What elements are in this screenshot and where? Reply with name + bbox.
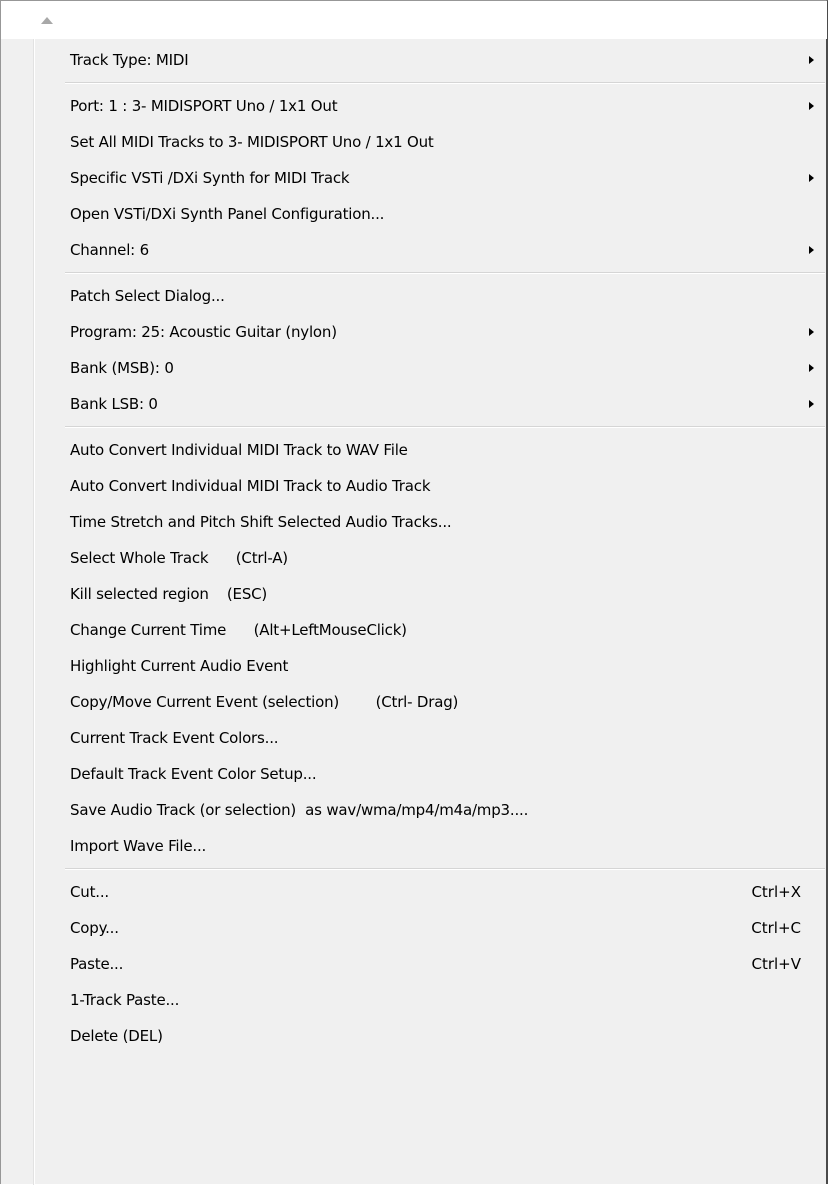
menu-item-label: Port: 1 : 3- MIDISPORT Uno / 1x1 Out xyxy=(70,97,338,115)
menu-item-label: Import Wave File... xyxy=(70,837,207,855)
submenu-arrow-icon xyxy=(809,102,814,110)
submenu-arrow-icon xyxy=(809,246,814,254)
menu-item-label: Highlight Current Audio Event xyxy=(70,657,289,675)
menu-item-highlight-current-audio-event[interactable]: Highlight Current Audio Event xyxy=(35,649,825,685)
menu-item-shortcut: Ctrl+V xyxy=(751,955,801,973)
menu-separator xyxy=(65,272,825,274)
menu-item-kill-selected-region-esc[interactable]: Kill selected region (ESC) xyxy=(35,577,825,613)
menu-item-shortcut: Ctrl+C xyxy=(751,919,801,937)
menu-item-label: Delete (DEL) xyxy=(70,1027,163,1045)
menu-item-label: Paste... xyxy=(70,955,124,973)
menu-item-label: Bank (MSB): 0 xyxy=(70,359,174,377)
menu-item-delete-del[interactable]: Delete (DEL) xyxy=(35,1019,825,1055)
menu-item-label: Specific VSTi /DXi Synth for MIDI Track xyxy=(70,169,350,187)
menu-item-patch-select-dialog[interactable]: Patch Select Dialog... xyxy=(35,279,825,315)
menu-item-label: Bank LSB: 0 xyxy=(70,395,158,413)
menu-item-current-track-event-colors[interactable]: Current Track Event Colors... xyxy=(35,721,825,757)
menu-item-label: Open VSTi/DXi Synth Panel Configuration.… xyxy=(70,205,385,223)
submenu-arrow-icon xyxy=(809,328,814,336)
menu-separator xyxy=(65,426,825,428)
menu-item-track-type-midi[interactable]: Track Type: MIDI xyxy=(35,43,825,79)
menu-item-1-track-paste[interactable]: 1-Track Paste... xyxy=(35,983,825,1019)
menu-item-save-audio-track-or-selection-as-wav-wma[interactable]: Save Audio Track (or selection) as wav/w… xyxy=(35,793,825,829)
menu-item-label: Copy... xyxy=(70,919,119,937)
menu-item-label: Set All MIDI Tracks to 3- MIDISPORT Uno … xyxy=(70,133,434,151)
menu-item-copy[interactable]: Copy... Ctrl+C xyxy=(35,911,825,947)
menu-item-label: Select Whole Track (Ctrl-A) xyxy=(70,549,288,567)
menu-item-bank-lsb-0[interactable]: Bank LSB: 0 xyxy=(35,387,825,423)
submenu-arrow-icon xyxy=(809,400,814,408)
menu-item-set-all-midi-tracks-to-3-midisport-uno-1[interactable]: Set All MIDI Tracks to 3- MIDISPORT Uno … xyxy=(35,125,825,161)
menu-item-port-1-3-midisport-uno-1x1-out[interactable]: Port: 1 : 3- MIDISPORT Uno / 1x1 Out xyxy=(35,89,825,125)
menu-item-label: Auto Convert Individual MIDI Track to Au… xyxy=(70,477,431,495)
menu-item-copy-move-current-event-selection-ctrl-d[interactable]: Copy/Move Current Event (selection) (Ctr… xyxy=(35,685,825,721)
menu-item-label: Copy/Move Current Event (selection) (Ctr… xyxy=(70,693,459,711)
menu-item-auto-convert-individual-midi-track-to-au[interactable]: Auto Convert Individual MIDI Track to Au… xyxy=(35,469,825,505)
menu-separator xyxy=(65,868,825,870)
menu-item-label: Default Track Event Color Setup... xyxy=(70,765,317,783)
menu-item-import-wave-file[interactable]: Import Wave File... xyxy=(35,829,825,865)
menu-item-open-vsti-dxi-synth-panel-configuration[interactable]: Open VSTi/DXi Synth Panel Configuration.… xyxy=(35,197,825,233)
menu-item-label: 1-Track Paste... xyxy=(70,991,180,1009)
menu-scroll-area xyxy=(1,1,827,39)
menu-item-select-whole-track-ctrl-a[interactable]: Select Whole Track (Ctrl-A) xyxy=(35,541,825,577)
menu-item-program-25-acoustic-guitar-nylon[interactable]: Program: 25: Acoustic Guitar (nylon) xyxy=(35,315,825,351)
menu-item-time-stretch-and-pitch-shift-selected-au[interactable]: Time Stretch and Pitch Shift Selected Au… xyxy=(35,505,825,541)
menu-item-default-track-event-color-setup[interactable]: Default Track Event Color Setup... xyxy=(35,757,825,793)
menu-item-shortcut: Ctrl+X xyxy=(751,883,801,901)
submenu-arrow-icon xyxy=(809,56,814,64)
menu-item-label: Track Type: MIDI xyxy=(70,51,189,69)
menu-item-label: Current Track Event Colors... xyxy=(70,729,279,747)
menu-item-cut[interactable]: Cut... Ctrl+X xyxy=(35,875,825,911)
menu-item-paste[interactable]: Paste... Ctrl+V xyxy=(35,947,825,983)
menu-item-label: Auto Convert Individual MIDI Track to WA… xyxy=(70,441,408,459)
menu-separator xyxy=(65,82,825,84)
menu-item-label: Save Audio Track (or selection) as wav/w… xyxy=(70,801,529,819)
submenu-arrow-icon xyxy=(809,364,814,372)
menu-item-label: Kill selected region (ESC) xyxy=(70,585,268,603)
menu-item-label: Time Stretch and Pitch Shift Selected Au… xyxy=(70,513,452,531)
menu-item-change-current-time-alt-leftmouseclick[interactable]: Change Current Time (Alt+LeftMouseClick) xyxy=(35,613,825,649)
context-menu: Track Type: MIDI Port: 1 : 3- MIDISPORT U… xyxy=(0,0,828,1185)
menu-item-auto-convert-individual-midi-track-to-wa[interactable]: Auto Convert Individual MIDI Track to WA… xyxy=(35,433,825,469)
menu-item-label: Patch Select Dialog... xyxy=(70,287,225,305)
menu-item-label: Channel: 6 xyxy=(70,241,149,259)
menu-item-channel-6[interactable]: Channel: 6 xyxy=(35,233,825,269)
menu-item-label: Program: 25: Acoustic Guitar (nylon) xyxy=(70,323,337,341)
menu-item-specific-vsti-dxi-synth-for-midi-track[interactable]: Specific VSTi /DXi Synth for MIDI Track xyxy=(35,161,825,197)
menu-item-label: Cut... xyxy=(70,883,109,901)
scroll-up-icon[interactable] xyxy=(41,17,53,24)
submenu-arrow-icon xyxy=(809,174,814,182)
menu-item-bank-msb-0[interactable]: Bank (MSB): 0 xyxy=(35,351,825,387)
menu-item-label: Change Current Time (Alt+LeftMouseClick) xyxy=(70,621,407,639)
